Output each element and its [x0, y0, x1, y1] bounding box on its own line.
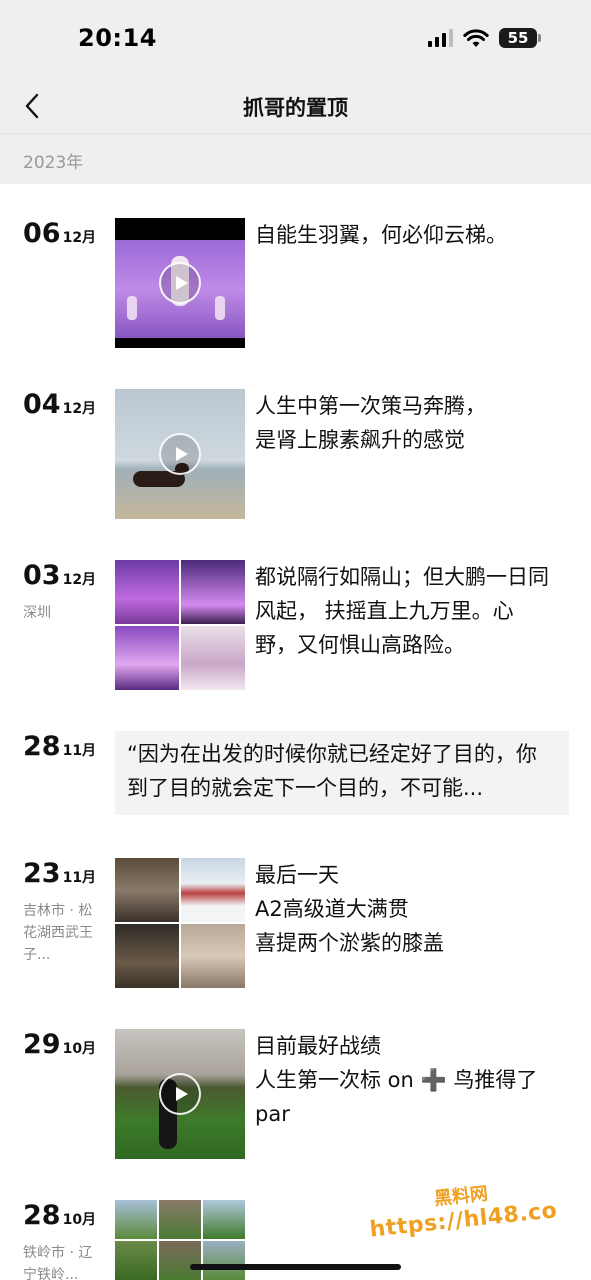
battery-icon: 55 [499, 28, 541, 48]
post-date: 04 12月 [23, 389, 96, 420]
photo-thumbnail[interactable] [115, 1241, 157, 1280]
home-indicator[interactable] [190, 1264, 401, 1270]
post-month: 12月 [62, 401, 97, 417]
photo-thumbnail[interactable] [159, 1200, 201, 1239]
play-icon[interactable] [159, 433, 201, 475]
play-icon[interactable] [159, 1073, 201, 1115]
year-label: 2023年 [23, 153, 84, 173]
post-day: 28 [23, 731, 61, 762]
post-month: 11月 [62, 870, 97, 886]
photo-grid[interactable] [115, 560, 245, 690]
photo-thumbnail[interactable] [159, 1241, 201, 1280]
post-caption: 最后一天 A2高级道大满贯 喜提两个淤紫的膝盖 [255, 863, 444, 955]
post-month: 11月 [62, 743, 97, 759]
status-icons: 55 [428, 28, 541, 48]
photo-thumbnail[interactable] [181, 626, 245, 690]
photo-thumbnail[interactable] [115, 924, 179, 988]
post-caption: 自能生羽翼，何必仰云梯。 [255, 223, 507, 247]
photo-thumbnail[interactable] [203, 1200, 245, 1239]
battery-level: 55 [499, 28, 537, 48]
post-location: 铁岭市 · 辽宁铁岭... [23, 1245, 93, 1280]
photo-grid[interactable] [115, 858, 245, 988]
post-day: 29 [23, 1029, 61, 1060]
wifi-icon [463, 29, 489, 47]
photo-thumbnail[interactable] [203, 1241, 245, 1280]
play-icon[interactable] [159, 262, 201, 304]
post-location: 吉林市 · 松花湖西武王子... [23, 903, 93, 963]
year-section-header: 2023年 [0, 134, 591, 184]
post-date: 03 12月 [23, 560, 96, 591]
nav-bar: 抓哥的置顶 [0, 80, 591, 134]
post-caption: 人生中第一次策马奔腾， 是肾上腺素飙升的感觉 [255, 394, 486, 452]
post-date: 29 10月 [23, 1029, 96, 1060]
video-thumbnail[interactable] [115, 218, 245, 348]
post-day: 06 [23, 218, 61, 249]
post-caption: 目前最好战绩 人生第一次标 on ➕ 鸟推得了par [255, 1034, 538, 1126]
page-title: 抓哥的置顶 [243, 96, 348, 120]
post-date: 28 10月 [23, 1200, 96, 1231]
post-day: 28 [23, 1200, 61, 1231]
video-thumbnail[interactable] [115, 389, 245, 519]
post-month: 10月 [62, 1212, 97, 1228]
photo-thumbnail[interactable] [115, 1200, 157, 1239]
post-date: 06 12月 [23, 218, 96, 249]
post-day: 04 [23, 389, 61, 420]
photo-thumbnail[interactable] [115, 858, 179, 922]
watermark: 黑料网 https://hl48.co [366, 1172, 559, 1242]
post-month: 12月 [62, 572, 97, 588]
photo-thumbnail[interactable] [181, 560, 245, 624]
status-time: 20:14 [78, 24, 157, 52]
photo-thumbnail[interactable] [181, 858, 245, 922]
post-month: 10月 [62, 1041, 97, 1057]
post-caption: 都说隔行如隔山；但大鹏一日同风起， 扶摇直上九万里。心野，又何惧山高路险。 [255, 565, 549, 657]
status-bar: 20:14 55 [0, 0, 591, 80]
post-day: 03 [23, 560, 61, 591]
post-date: 23 11月 [23, 858, 96, 889]
photo-thumbnail[interactable] [115, 560, 179, 624]
cellular-signal-icon [428, 29, 453, 47]
photo-thumbnail[interactable] [115, 626, 179, 690]
post-date: 28 11月 [23, 731, 96, 762]
post-day: 23 [23, 858, 61, 889]
video-thumbnail[interactable] [115, 1029, 245, 1159]
post-location: 深圳 [23, 605, 51, 621]
photo-thumbnail[interactable] [181, 924, 245, 988]
post-month: 12月 [62, 230, 97, 246]
text-post-preview[interactable]: “因为在出发的时候你就已经定好了目的，你到了目的就会定下一个目的，不可能... [115, 731, 569, 815]
